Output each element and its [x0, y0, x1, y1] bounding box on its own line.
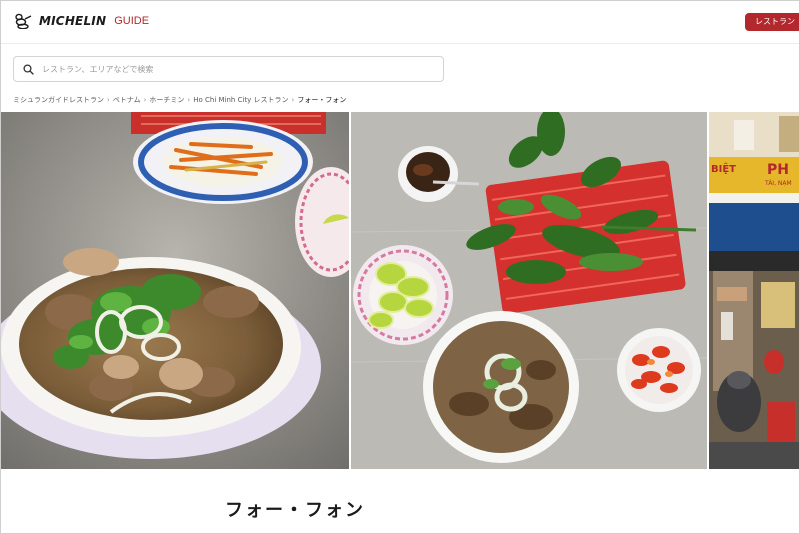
page-title: フォー・フォン: [225, 500, 365, 521]
bibendum-icon: [15, 13, 32, 29]
breadcrumb-michelin-restaurants[interactable]: ミシュランガイドレストラン: [13, 95, 104, 105]
michelin-guide-logo[interactable]: MICHELIN GUIDE: [13, 13, 149, 29]
storefront-sign-text-1: BIỆT: [711, 164, 736, 175]
breadcrumb: ミシュランガイドレストラン › ベトナム › ホーチミン › Ho Chi Mi…: [13, 95, 346, 105]
gallery-photo-storefront[interactable]: BIỆT PH TÁI, NẠM: [709, 112, 799, 469]
table-setting-image: [351, 112, 707, 469]
storefront-sign-text-3: TÁI, NẠM: [765, 180, 792, 187]
breadcrumb-separator-icon: ›: [291, 96, 295, 104]
photo-gallery: BIỆT PH TÁI, NẠM: [1, 112, 799, 469]
search-input[interactable]: [42, 62, 432, 76]
top-navigation-bar: MICHELIN GUIDE レストラン: [1, 1, 799, 44]
breadcrumb-ho-chi-minh[interactable]: ホーチミン: [149, 95, 184, 105]
breadcrumb-separator-icon: ›: [107, 96, 110, 104]
logo-guide-label: GUIDE: [114, 15, 150, 27]
gallery-photo-pho-bowl[interactable]: [1, 112, 349, 469]
breadcrumb-hcmc-restaurants[interactable]: Ho Chi Minh City レストラン: [193, 95, 288, 105]
search-box[interactable]: [13, 56, 444, 82]
breadcrumb-separator-icon: ›: [143, 96, 147, 104]
pho-bowl-image: [1, 112, 349, 469]
search-icon: [23, 64, 34, 75]
breadcrumb-current: フォー・フォン: [297, 96, 347, 104]
browser-page: MICHELIN GUIDE レストラン ミシュランガイドレストラン › ベトナ…: [0, 0, 800, 534]
breadcrumb-separator-icon: ›: [187, 96, 191, 104]
logo-wordmark: MICHELIN: [39, 14, 107, 28]
restaurant-header: フォー・フォン: [1, 469, 799, 533]
storefront-sign-text-2: PH: [767, 162, 789, 178]
gallery-photo-table-setting[interactable]: [351, 112, 707, 469]
breadcrumb-vietnam[interactable]: ベトナム: [113, 95, 141, 105]
restaurants-button[interactable]: レストラン: [745, 13, 799, 31]
